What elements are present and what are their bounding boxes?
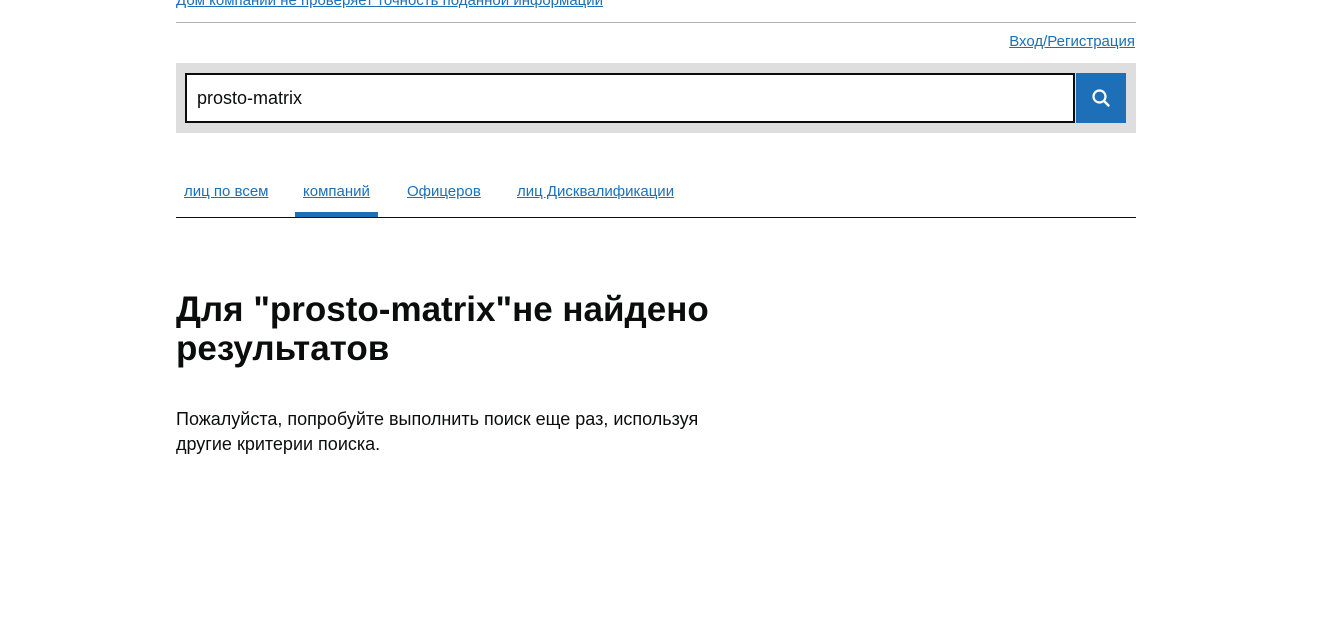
disclaimer-bar: Дом компании не проверяет точность подан… [176, 0, 1136, 12]
tab-officers[interactable]: Офицеров [407, 170, 481, 217]
search-input[interactable] [185, 73, 1075, 123]
search-icon [1092, 89, 1110, 107]
tab-disqualifications[interactable]: лиц Дисквалификации [517, 170, 674, 217]
login-register-link[interactable]: Вход/Регистрация [1009, 33, 1135, 50]
search-button[interactable] [1076, 73, 1126, 123]
tab-companies[interactable]: компаний [295, 170, 378, 217]
header-divider [176, 22, 1136, 23]
search-tabs: лиц по всем компаний Офицеров лиц Дисква… [176, 170, 1136, 218]
no-results-heading: Для "prosto-matrix"не найдено результато… [176, 290, 709, 368]
tab-all-persons[interactable]: лиц по всем [184, 170, 268, 217]
no-results-message: Пожалуйста, попробуйте выполнить поиск е… [176, 409, 699, 454]
disclaimer-link[interactable]: Дом компании не проверяет точность подан… [176, 0, 603, 9]
search-bar [176, 63, 1136, 133]
